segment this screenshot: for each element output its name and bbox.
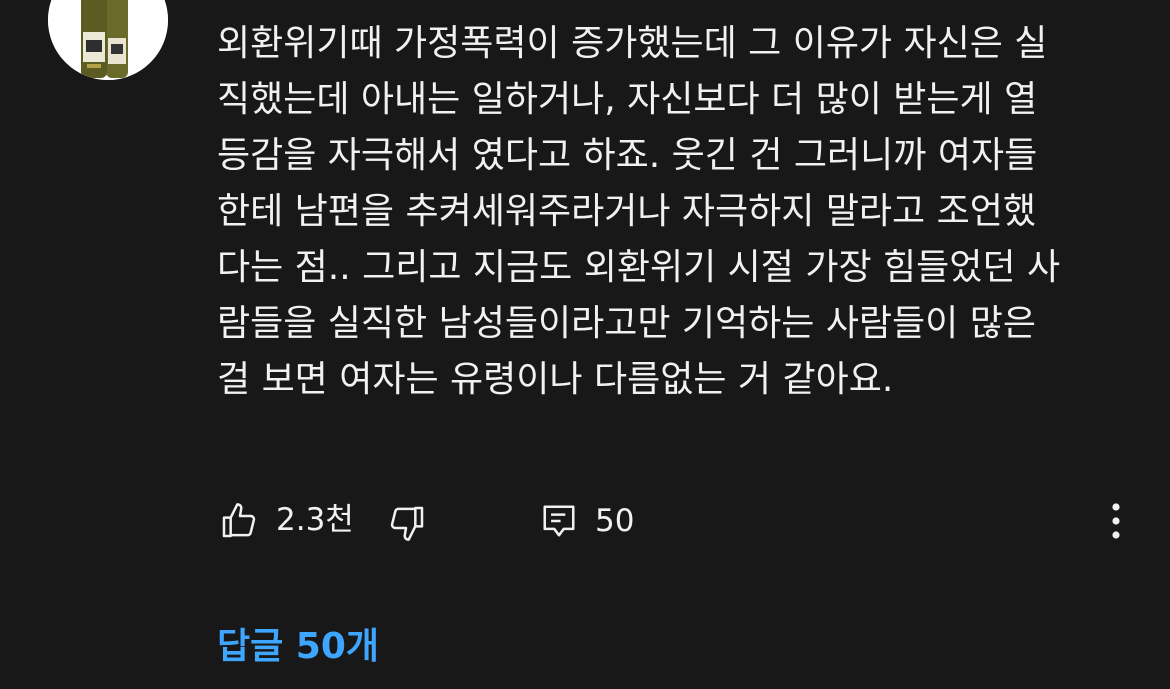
more-actions-button[interactable] bbox=[1100, 500, 1132, 542]
thumbs-down-icon bbox=[390, 506, 424, 541]
like-button[interactable] bbox=[218, 500, 260, 542]
comment-text-line: 한테 남편을 추켜세워주라거나 자극하지 말라고 조언했 bbox=[217, 191, 1036, 232]
dislike-button[interactable] bbox=[386, 502, 428, 544]
like-count: 2.3천 bbox=[276, 502, 354, 538]
avatar[interactable] bbox=[48, 0, 168, 80]
comment-text-line: 람들을 실직한 남성들이라고만 기억하는 사람들이 많은 bbox=[217, 303, 1036, 344]
reply-comment-icon bbox=[543, 505, 575, 537]
comment-text-line: 걸 보면 여자는 유령이나 다름없는 거 같아요. bbox=[217, 359, 894, 400]
reply-button[interactable] bbox=[539, 500, 579, 542]
thumbs-up-icon bbox=[222, 503, 256, 538]
view-replies-link[interactable]: 답글 50개 bbox=[217, 624, 379, 670]
more-vertical-icon bbox=[1112, 503, 1120, 539]
comment-text-line: 등감을 자극해서 였다고 하죠. 웃긴 건 그러니까 여자들 bbox=[217, 135, 1038, 176]
reply-count: 50 bbox=[595, 503, 635, 539]
comment-thread: 외환위기때 가정폭력이 증가했는데 그 이유가 자신은 실 직했는데 아내는 일… bbox=[0, 0, 1170, 689]
comment-text-line: 직했는데 아내는 일하거나, 자신보다 더 많이 받는게 열 bbox=[217, 79, 1038, 120]
product-bottles-avatar-image bbox=[48, 0, 168, 80]
comment-text: 외환위기때 가정폭력이 증가했는데 그 이유가 자신은 실 직했는데 아내는 일… bbox=[217, 16, 1137, 408]
comment-action-bar: 2.3천 50 bbox=[0, 490, 1170, 554]
comment-text-line: 외환위기때 가정폭력이 증가했는데 그 이유가 자신은 실 bbox=[217, 23, 1048, 64]
comment-text-line: 다는 점.. 그리고 지금도 외환위기 시절 가장 힘들었던 사 bbox=[217, 247, 1061, 288]
